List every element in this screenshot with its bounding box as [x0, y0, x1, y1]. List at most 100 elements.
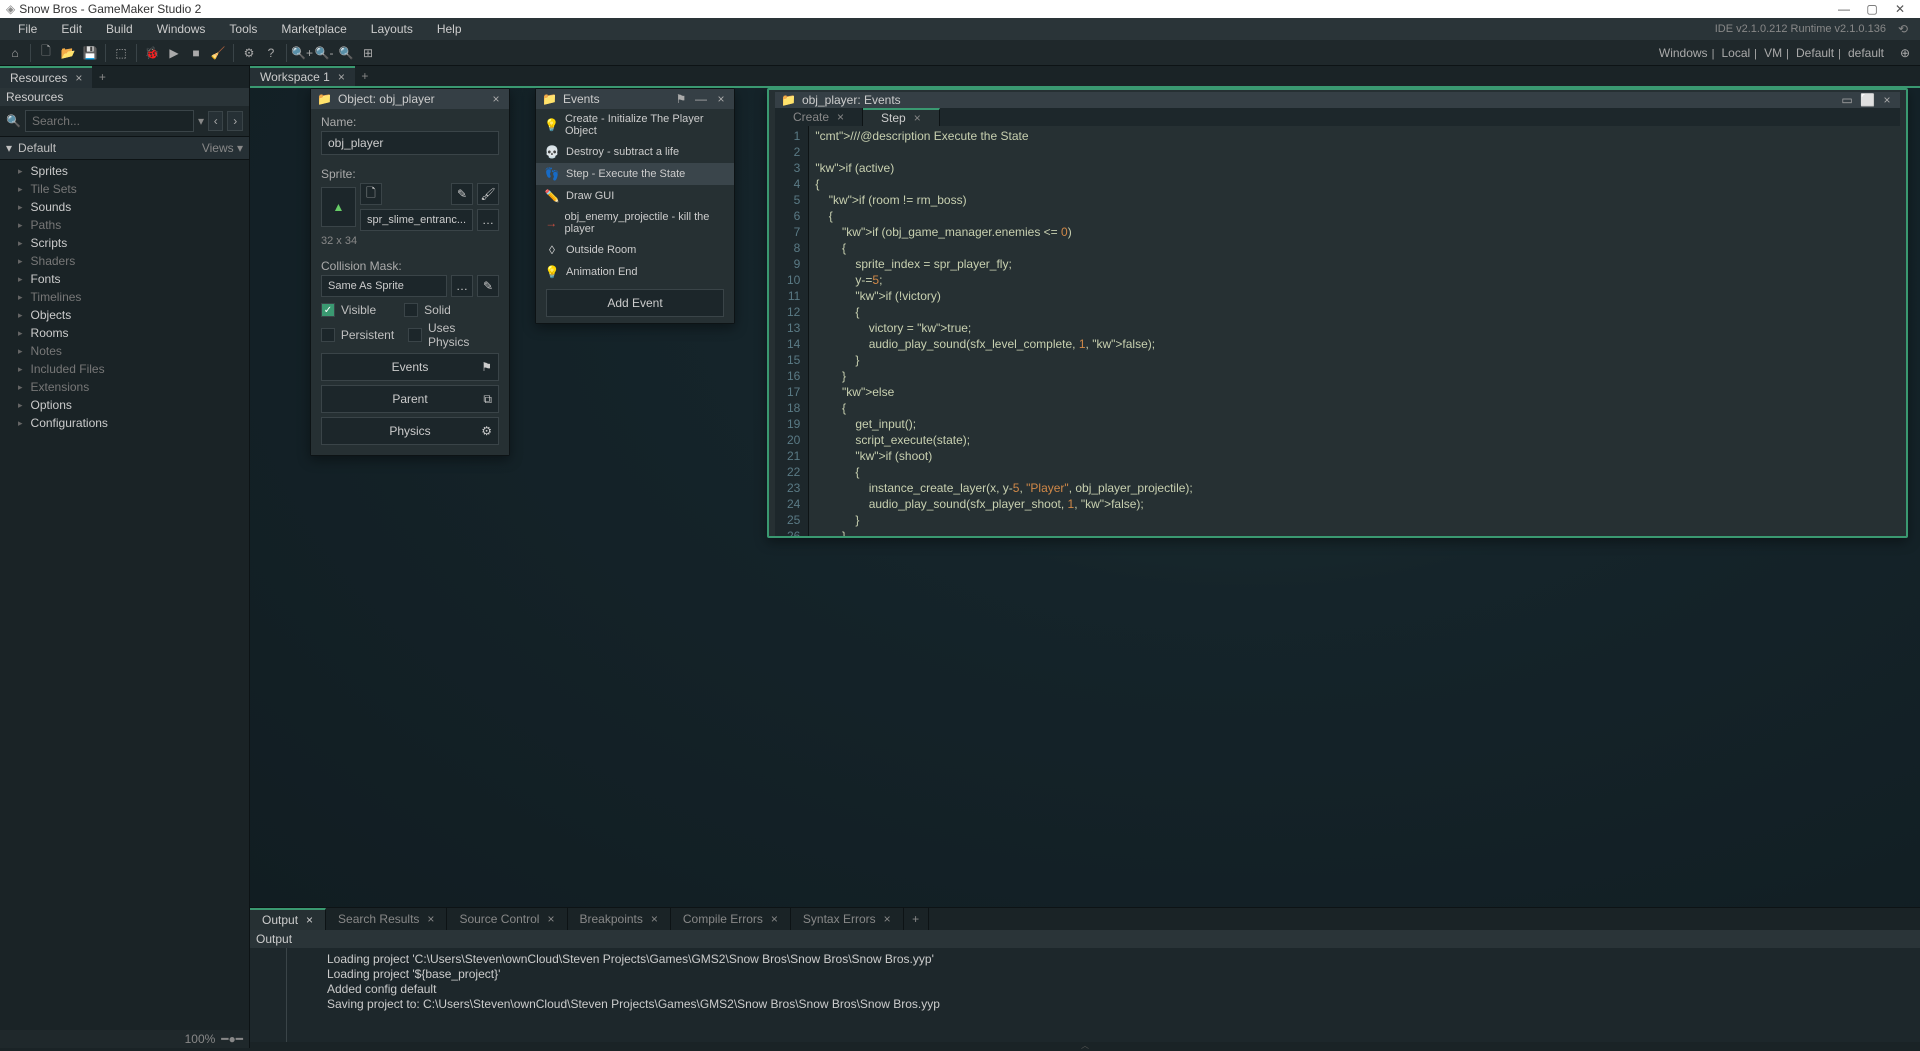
stop-icon[interactable]: ■: [185, 42, 207, 64]
resource-item[interactable]: Tile Sets: [0, 180, 249, 198]
search-input[interactable]: [25, 110, 194, 132]
close-tab-icon[interactable]: ×: [75, 71, 82, 85]
event-item[interactable]: ◊Outside Room: [536, 239, 734, 261]
status-local[interactable]: Local: [1717, 46, 1754, 60]
menu-layouts[interactable]: Layouts: [359, 22, 425, 36]
events-button[interactable]: Events ⚑: [321, 353, 499, 381]
resource-item[interactable]: Objects: [0, 306, 249, 324]
zoom-slider[interactable]: ━●━: [221, 1032, 243, 1046]
close-tab-icon[interactable]: ×: [547, 912, 554, 926]
create-exe-icon[interactable]: ⬚: [110, 42, 132, 64]
close-tab-icon[interactable]: ×: [771, 912, 778, 926]
output-tab[interactable]: Breakpoints×: [568, 908, 671, 930]
close-pane-icon[interactable]: ×: [1880, 92, 1894, 108]
workspace-tab[interactable]: Workspace 1 ×: [250, 66, 355, 86]
resource-item[interactable]: Options: [0, 396, 249, 414]
resource-item[interactable]: Rooms: [0, 324, 249, 342]
maximize-pane-icon[interactable]: ⬜: [1860, 92, 1874, 108]
resource-item[interactable]: Extensions: [0, 378, 249, 396]
output-tab[interactable]: Search Results×: [326, 908, 447, 930]
physics-checkbox[interactable]: [408, 328, 422, 342]
status-default1[interactable]: Default: [1792, 46, 1838, 60]
resources-tab[interactable]: Resources ×: [0, 66, 92, 88]
resource-item[interactable]: Shaders: [0, 252, 249, 270]
close-tab-icon[interactable]: ×: [914, 110, 921, 126]
minimize-button[interactable]: —: [1830, 2, 1858, 16]
code-tab[interactable]: Step×: [863, 108, 940, 126]
close-tab-icon[interactable]: ×: [884, 912, 891, 926]
persistent-checkbox[interactable]: [321, 328, 335, 342]
add-event-button[interactable]: Add Event: [546, 289, 724, 317]
sync-icon[interactable]: ⟲: [1892, 22, 1914, 36]
menu-file[interactable]: File: [6, 22, 49, 36]
sprite-paint-icon[interactable]: 🖌: [477, 183, 499, 205]
clean-icon[interactable]: 🧹: [207, 42, 229, 64]
parent-button[interactable]: Parent ⧉: [321, 385, 499, 413]
flag-icon[interactable]: ⚑: [674, 92, 688, 106]
mask-value[interactable]: Same As Sprite: [321, 275, 447, 297]
default-dropdown-icon[interactable]: ▾: [6, 141, 12, 155]
menu-windows[interactable]: Windows: [145, 22, 218, 36]
help-icon[interactable]: ?: [260, 42, 282, 64]
views-label[interactable]: Views ▾: [202, 141, 243, 155]
zoom-in-icon[interactable]: 🔍+: [291, 42, 313, 64]
sprite-name[interactable]: spr_slime_entranc...: [360, 209, 473, 231]
physics-button[interactable]: Physics ⚙: [321, 417, 499, 445]
sprite-preview[interactable]: ▲: [321, 187, 356, 227]
collapse-handle[interactable]: ︿: [250, 1042, 1920, 1048]
resource-item[interactable]: Notes: [0, 342, 249, 360]
menu-build[interactable]: Build: [94, 22, 145, 36]
resource-item[interactable]: Paths: [0, 216, 249, 234]
event-item[interactable]: 💡Animation End: [536, 261, 734, 283]
menu-tools[interactable]: Tools: [217, 22, 269, 36]
menu-help[interactable]: Help: [425, 22, 474, 36]
minimize-pane-icon[interactable]: —: [694, 92, 708, 106]
resource-item[interactable]: Sprites: [0, 162, 249, 180]
event-item[interactable]: 💡Create - Initialize The Player Object: [536, 109, 734, 141]
resource-item[interactable]: Sounds: [0, 198, 249, 216]
menu-edit[interactable]: Edit: [49, 22, 94, 36]
close-pane-icon[interactable]: ×: [489, 92, 503, 106]
save-icon[interactable]: 💾: [79, 42, 101, 64]
close-tab-icon[interactable]: ×: [651, 912, 658, 926]
solid-checkbox[interactable]: [404, 303, 418, 317]
play-icon[interactable]: ▶: [163, 42, 185, 64]
mask-edit-icon[interactable]: ✎: [477, 275, 499, 297]
event-item[interactable]: 👣Step - Execute the State: [536, 163, 734, 185]
debug-icon[interactable]: 🐞: [141, 42, 163, 64]
open-icon[interactable]: 📂: [57, 42, 79, 64]
close-tab-icon[interactable]: ×: [427, 912, 434, 926]
home-icon[interactable]: ⌂: [4, 42, 26, 64]
prev-button[interactable]: ‹: [208, 111, 224, 131]
add-workspace-icon[interactable]: +: [355, 66, 375, 86]
code-editor[interactable]: "cmt">///@description Execute the State …: [809, 126, 1900, 538]
resource-item[interactable]: Scripts: [0, 234, 249, 252]
event-item[interactable]: →obj_enemy_projectile - kill the player: [536, 207, 734, 239]
restore-pane-icon[interactable]: ▭: [1840, 92, 1854, 108]
code-tab[interactable]: Create×: [775, 108, 863, 126]
mask-more-icon[interactable]: …: [451, 275, 473, 297]
output-tab[interactable]: Output×: [250, 908, 326, 930]
resource-item[interactable]: Included Files: [0, 360, 249, 378]
resource-item[interactable]: Timelines: [0, 288, 249, 306]
resource-item[interactable]: Configurations: [0, 414, 249, 432]
new-icon[interactable]: 🗋: [35, 42, 57, 64]
sprite-edit-icon[interactable]: ✎: [451, 183, 473, 205]
status-vm[interactable]: VM: [1760, 46, 1786, 60]
expand-icon[interactable]: ⊞: [357, 42, 379, 64]
close-tab-icon[interactable]: ×: [306, 913, 313, 927]
zoom-out-icon[interactable]: 🔍-: [313, 42, 335, 64]
sprite-select-icon[interactable]: 🗋: [360, 183, 382, 205]
game-options-icon[interactable]: ⚙: [238, 42, 260, 64]
output-tab[interactable]: Source Control×: [447, 908, 567, 930]
visible-checkbox[interactable]: [321, 303, 335, 317]
name-input[interactable]: obj_player: [321, 131, 499, 155]
output-tab[interactable]: Syntax Errors×: [791, 908, 904, 930]
close-tab-icon[interactable]: ×: [837, 109, 844, 125]
next-button[interactable]: ›: [227, 111, 243, 131]
add-tab-icon[interactable]: +: [92, 66, 112, 88]
status-windows[interactable]: Windows: [1655, 46, 1712, 60]
search-dropdown-icon[interactable]: ▾: [198, 114, 204, 128]
output-tab[interactable]: Compile Errors×: [671, 908, 791, 930]
menu-marketplace[interactable]: Marketplace: [269, 22, 358, 36]
